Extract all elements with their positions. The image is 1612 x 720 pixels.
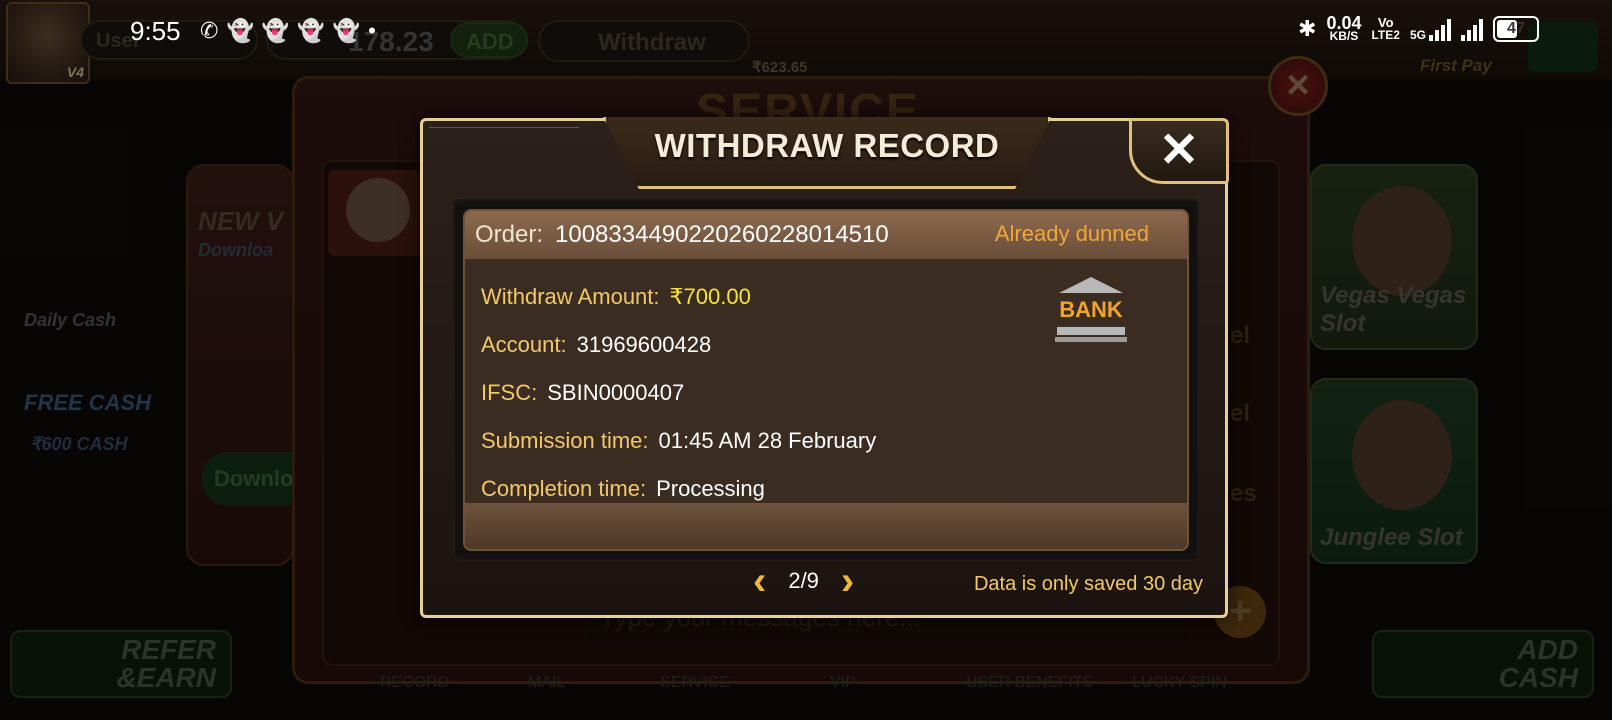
- status-badge: Already dunned: [994, 221, 1149, 246]
- volte-indicator: Vo LTE2: [1371, 16, 1400, 42]
- pagination: ‹ 2/9 ›: [753, 561, 854, 601]
- account-label: Account:: [481, 332, 567, 357]
- snapchat-icon: 👻: [297, 18, 325, 43]
- submission-time-row: Submission time: 01:45 AM 28 February: [481, 417, 876, 465]
- ifsc-row: IFSC: SBIN0000407: [481, 369, 876, 417]
- order-number: 1008334490220260228014510: [555, 221, 889, 248]
- net-speed-unit: KB/S: [1329, 29, 1359, 43]
- bank-icon: BANK: [1055, 277, 1127, 343]
- submission-time-value: 01:45 AM 28 February: [658, 428, 877, 453]
- withdraw-amount-row: Withdraw Amount: ₹700.00: [481, 273, 876, 321]
- bluetooth-icon: ✱: [1298, 16, 1317, 41]
- next-page-icon[interactable]: ›: [841, 561, 854, 601]
- completion-time-value: Processing: [656, 476, 765, 501]
- withdraw-amount-value: ₹700.00: [669, 284, 751, 309]
- ifsc-label: IFSC:: [481, 380, 538, 405]
- signal-5g-label: 5G: [1409, 28, 1426, 42]
- bank-label: BANK: [1059, 297, 1123, 322]
- record-container: Order: 1008334490220260228014510 Already…: [453, 199, 1199, 561]
- decoration-line: [429, 127, 579, 177]
- record-card: Order: 1008334490220260228014510 Already…: [463, 209, 1189, 551]
- account-value: 31969600428: [576, 332, 712, 357]
- submission-time-label: Submission time:: [481, 428, 649, 453]
- notification-icons: ✆ 👻 👻 👻 👻 •: [200, 18, 376, 44]
- retention-note: Data is only saved 30 day: [973, 573, 1203, 595]
- record-card-footer: [465, 503, 1187, 549]
- snapchat-icon: 👻: [261, 18, 290, 43]
- signal-bars-2-icon: [1460, 17, 1483, 41]
- whatsapp-icon: ✆: [200, 18, 219, 43]
- dialog-title: WITHDRAW RECORD: [654, 127, 1000, 164]
- close-button[interactable]: ✕: [1129, 118, 1229, 184]
- signal-5g: 5G: [1410, 17, 1451, 41]
- snapchat-icon: 👻: [226, 18, 254, 43]
- battery-level: 47: [1507, 20, 1525, 37]
- status-time: 9:55: [130, 16, 181, 46]
- prev-page-icon[interactable]: ‹: [753, 561, 766, 601]
- volte-bottom: LTE2: [1371, 28, 1400, 42]
- record-details: Withdraw Amount: ₹700.00 Account: 319696…: [481, 273, 876, 513]
- completion-time-label: Completion time:: [481, 476, 647, 501]
- more-dot-icon: •: [368, 18, 376, 43]
- app-screen: V4 User 178.23 ADD Withdraw ₹623.65 Firs…: [0, 0, 1612, 720]
- ifsc-value: SBIN0000407: [547, 380, 685, 405]
- snapchat-icon: 👻: [332, 18, 361, 43]
- net-speed-value: 0.04: [1326, 13, 1362, 33]
- order-row: Order: 1008334490220260228014510 Already…: [465, 211, 1187, 259]
- battery-icon: 47: [1492, 16, 1539, 42]
- system-status: ✱ 0.04 KB/S Vo LTE2 5G 47: [1298, 13, 1539, 43]
- close-icon: ✕: [1158, 124, 1200, 177]
- account-row: Account: 31969600428: [481, 321, 876, 369]
- page-indicator: 2/9: [788, 568, 819, 593]
- signal-bars-icon: [1428, 17, 1451, 41]
- withdraw-record-dialog: WITHDRAW RECORD ✕ Order: 100833449022026…: [420, 117, 1229, 618]
- net-speed: 0.04 KB/S: [1326, 13, 1362, 43]
- withdraw-amount-label: Withdraw Amount:: [481, 284, 660, 309]
- dialog-header: WITHDRAW RECORD: [603, 117, 1051, 189]
- order-label: Order:: [475, 221, 544, 248]
